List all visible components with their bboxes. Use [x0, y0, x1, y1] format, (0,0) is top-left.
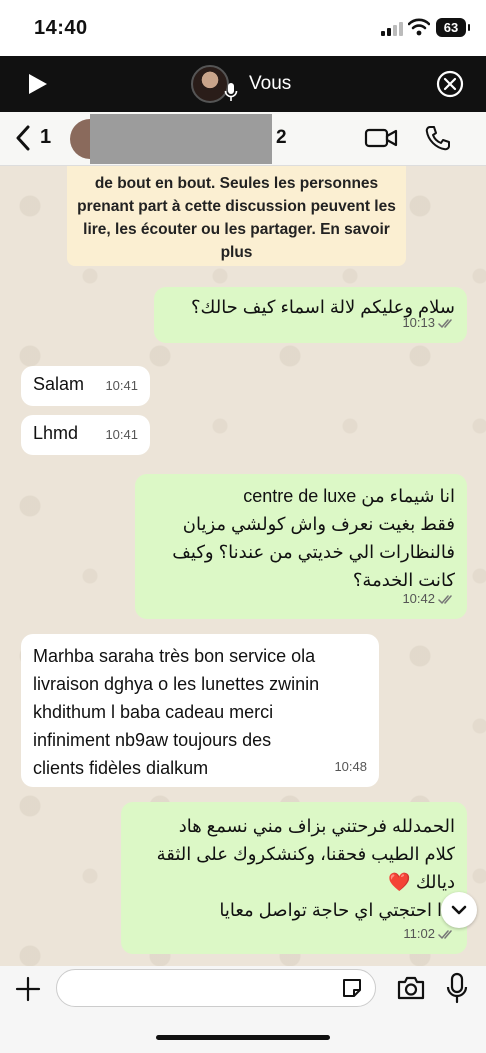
voice-sender-label: Vous: [249, 73, 292, 94]
camera-icon[interactable]: [396, 975, 426, 1001]
double-check-icon: [438, 318, 452, 328]
home-indicator: [156, 1035, 330, 1040]
outgoing-message[interactable]: الحمدلله فرحتني بزاف مني نسمع هاد كلام ا…: [121, 802, 467, 954]
phone-icon[interactable]: [424, 124, 452, 152]
outgoing-message[interactable]: انا شيماء من centre de luxe فقط بغيت نعر…: [135, 474, 467, 619]
incoming-message[interactable]: Marhba saraha très bon service ola livra…: [21, 634, 379, 787]
message-text: Marhba saraha très bon service ola livra…: [33, 646, 320, 778]
plus-icon[interactable]: [15, 976, 41, 1002]
battery-icon: 63: [436, 18, 470, 37]
message-time: 10:13: [402, 315, 435, 330]
chevron-down-icon: [451, 905, 467, 915]
message-time: 10:41: [105, 427, 138, 442]
chevron-left-icon[interactable]: [14, 125, 32, 151]
outgoing-message[interactable]: سلام وعليكم لالة اسماء كيف حالك؟ 10:13: [154, 287, 467, 343]
incoming-message[interactable]: Lhmd 10:41: [21, 415, 150, 455]
microphone-icon[interactable]: [446, 972, 468, 1004]
double-check-icon: [438, 594, 452, 604]
status-time: 14:40: [34, 17, 88, 39]
video-camera-icon[interactable]: [364, 125, 398, 151]
contact-name-tail[interactable]: 2: [276, 127, 287, 149]
chat-header: 1 2: [0, 112, 486, 166]
signal-icon: [381, 22, 403, 36]
play-icon[interactable]: [24, 71, 50, 97]
message-input[interactable]: [56, 969, 376, 1007]
message-input-bar: [0, 966, 486, 1053]
message-meta: 10:13: [402, 309, 455, 337]
mic-icon: [224, 83, 238, 101]
message-meta: 10:42: [402, 585, 455, 613]
sticker-icon[interactable]: [340, 976, 364, 1000]
unread-count[interactable]: 1: [40, 126, 51, 149]
close-circle-icon[interactable]: [436, 70, 464, 98]
redacted-contact-name: [90, 114, 272, 164]
message-time: 11:02: [403, 926, 435, 941]
status-bar: 14:40 63: [0, 0, 486, 56]
message-time: 10:48: [334, 759, 367, 774]
chat-area[interactable]: de bout en bout. Seules les personnes pr…: [0, 166, 486, 966]
voice-message-banner[interactable]: Vous: [0, 56, 486, 112]
message-text: انا شيماء من centre de luxe فقط بغيت نعر…: [172, 486, 455, 590]
double-check-icon: [438, 929, 452, 939]
message-time: 10:42: [402, 591, 435, 606]
message-text: الحمدلله فرحتني بزاف مني نسمع هاد كلام ا…: [156, 816, 455, 920]
message-time: 10:41: [105, 378, 138, 393]
incoming-message[interactable]: Salam 10:41: [21, 366, 150, 406]
scroll-to-bottom-button[interactable]: [441, 892, 477, 928]
encryption-notice: de bout en bout. Seules les personnes pr…: [67, 166, 406, 266]
wifi-icon: [408, 18, 430, 36]
